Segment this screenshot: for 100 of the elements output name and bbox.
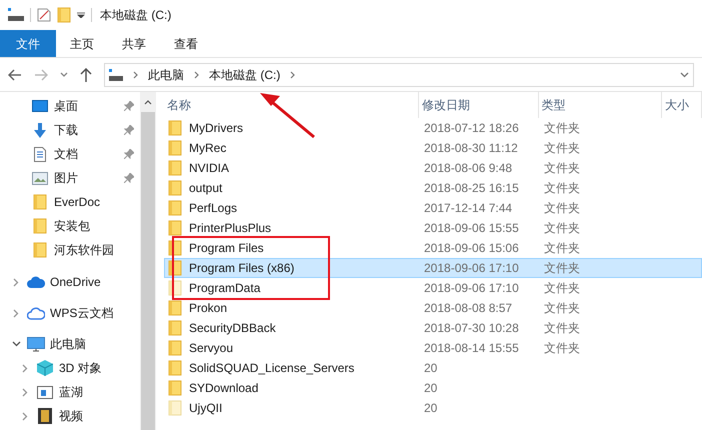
chevron-up-icon[interactable] — [144, 100, 152, 104]
column-header[interactable]: 大小 — [662, 92, 702, 118]
cloud-icon — [27, 276, 45, 288]
type-cell: 文件夹 — [544, 261, 580, 275]
file-row[interactable]: Servyou 2018-08-14 15:55 文件夹 — [164, 338, 702, 358]
column-header[interactable]: 类型 — [538, 92, 662, 118]
pin-icon[interactable] — [124, 149, 134, 159]
type-cell: 文件夹 — [544, 321, 580, 335]
file-row[interactable]: PrinterPlusPlus 2018-09-06 15:55 文件夹 — [164, 218, 702, 238]
folder-icon — [168, 120, 182, 136]
date-cell: 2018-09-06 17:10 — [424, 261, 519, 275]
ribbon-tab[interactable]: 主页 — [56, 30, 108, 57]
pin-icon[interactable] — [124, 125, 134, 135]
breadcrumb-item[interactable]: 此电脑 — [148, 66, 184, 84]
ribbon-tab[interactable]: 查看 — [160, 30, 212, 57]
file-row[interactable]: UjyQII 20 — [164, 398, 702, 418]
chevron-right-icon[interactable] — [22, 388, 28, 396]
file-name: SecurityDBBack — [189, 320, 276, 337]
window-title: 本地磁盘 (C:) — [100, 7, 172, 24]
nav-item[interactable]: WPS云文档 — [50, 304, 114, 322]
chevron-down-icon[interactable] — [60, 72, 68, 77]
date-cell: 2017-12-14 7:44 — [424, 201, 512, 215]
date-cell: 2018-09-06 17:10 — [424, 281, 519, 295]
folder-icon — [168, 180, 182, 196]
dropdown-icon[interactable] — [77, 12, 85, 18]
address-bar[interactable]: 此电脑 本地磁盘 (C:) — [104, 62, 694, 86]
file-row[interactable]: SYDownload 20 — [164, 378, 702, 398]
folder-icon — [168, 140, 182, 156]
nav-item[interactable]: 蓝湖 — [59, 383, 83, 401]
down-arrow-icon — [33, 122, 47, 138]
file-tab[interactable]: 文件 — [0, 30, 56, 57]
nav-item[interactable]: EverDoc — [54, 193, 100, 211]
file-row[interactable]: MyRec 2018-08-30 11:12 文件夹 — [164, 138, 702, 158]
date-cell: 2018-08-14 15:55 — [424, 341, 519, 355]
date-cell: 2018-09-06 15:06 — [424, 241, 519, 255]
nav-item[interactable]: 视频 — [59, 407, 83, 425]
date-cell: 20 — [424, 401, 438, 415]
column-header[interactable]: 修改日期 — [419, 92, 539, 118]
chevron-right-icon[interactable] — [13, 278, 19, 286]
nav-item[interactable]: 图片 — [54, 169, 78, 187]
date-cell: 20 — [424, 381, 438, 395]
file-row[interactable]: SolidSQUAD_License_Servers 20 — [164, 358, 702, 378]
file-row[interactable]: Program Files (x86) 2018-09-06 17:10 文件夹 — [164, 258, 702, 278]
type-cell: 文件夹 — [544, 341, 580, 355]
chevron-down-icon[interactable] — [680, 72, 689, 78]
folder-icon — [168, 400, 182, 416]
file-row[interactable]: ProgramData 2018-09-06 17:10 文件夹 — [164, 278, 702, 298]
file-name: MyDrivers — [189, 120, 243, 137]
chevron-right-icon[interactable] — [22, 412, 28, 420]
nav-item[interactable]: 文档 — [54, 145, 78, 163]
pin-icon[interactable] — [124, 173, 134, 183]
forward-icon[interactable] — [34, 68, 48, 80]
chevron-right-icon[interactable] — [194, 70, 199, 78]
file-row[interactable]: PerfLogs 2017-12-14 7:44 文件夹 — [164, 198, 702, 218]
chevron-right-icon[interactable] — [290, 70, 296, 78]
properties-icon[interactable] — [37, 8, 51, 22]
file-name: ProgramData — [189, 280, 260, 297]
folder-icon — [168, 220, 182, 236]
nav-item[interactable]: 下载 — [54, 121, 78, 139]
file-name: MyRec — [189, 140, 226, 157]
nav-item[interactable]: 3D 对象 — [59, 359, 102, 377]
chevron-right-icon[interactable] — [22, 364, 28, 372]
file-row[interactable]: output 2018-08-25 16:15 文件夹 — [164, 178, 702, 198]
folder-icon — [168, 300, 182, 316]
file-row[interactable]: SecurityDBBack 2018-07-30 10:28 文件夹 — [164, 318, 702, 338]
back-icon[interactable] — [8, 68, 22, 80]
nav-item[interactable]: 河东软件园 — [54, 241, 114, 259]
document-icon — [34, 146, 46, 162]
chevron-down-icon[interactable] — [12, 341, 20, 347]
pin-icon[interactable] — [124, 101, 134, 111]
ribbon-tab[interactable]: 共享 — [108, 30, 160, 57]
type-cell: 文件夹 — [544, 201, 580, 215]
chevron-right-icon[interactable] — [133, 70, 138, 78]
drive-icon — [8, 8, 24, 22]
drive-icon — [109, 68, 123, 80]
folder-icon — [168, 200, 182, 216]
chevron-right-icon[interactable] — [13, 308, 19, 318]
nav-item[interactable]: 桌面 — [54, 97, 78, 115]
file-row[interactable]: NVIDIA 2018-08-06 9:48 文件夹 — [164, 158, 702, 178]
file-name: UjyQII — [189, 400, 222, 417]
nav-item[interactable]: 此电脑 — [50, 335, 86, 353]
up-arrow-icon[interactable] — [80, 68, 92, 82]
folder-icon — [33, 242, 47, 258]
nav-item[interactable]: 安装包 — [54, 217, 90, 235]
type-cell: 文件夹 — [544, 301, 580, 315]
picture-icon — [32, 172, 48, 184]
file-row[interactable]: Program Files 2018-09-06 15:06 文件夹 — [164, 238, 702, 258]
scrollbar[interactable] — [140, 92, 156, 430]
date-cell: 2018-08-30 11:12 — [424, 141, 518, 155]
type-cell: 文件夹 — [544, 161, 580, 175]
file-name: Prokon — [189, 300, 228, 317]
file-row[interactable]: Prokon 2018-08-08 8:57 文件夹 — [164, 298, 702, 318]
nav-item[interactable]: OneDrive — [50, 273, 101, 291]
folder-icon — [168, 320, 182, 336]
folder-icon — [168, 360, 182, 376]
file-name: SolidSQUAD_License_Servers — [189, 360, 354, 377]
type-cell: 文件夹 — [544, 181, 580, 195]
file-row[interactable]: MyDrivers 2018-07-12 18:26 文件夹 — [164, 118, 702, 138]
breadcrumb-item[interactable]: 本地磁盘 (C:) — [209, 66, 280, 84]
date-cell: 2018-08-25 16:15 — [424, 181, 519, 195]
